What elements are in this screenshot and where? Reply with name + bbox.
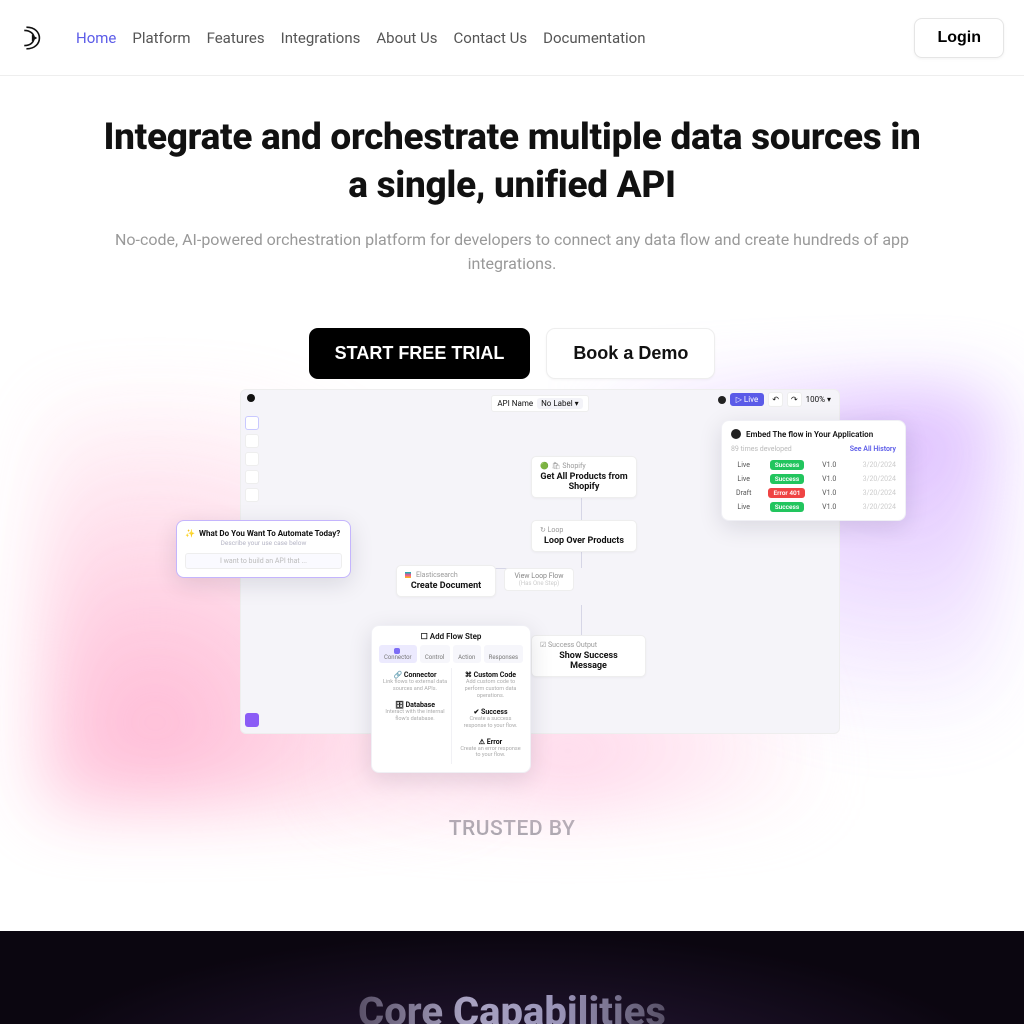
api-name-label: API Name (497, 399, 533, 408)
embed-history-card: Embed The flow in Your Application 89 ti… (721, 420, 906, 521)
api-name-chip: API Name No Label ▾ (491, 395, 588, 412)
hero-section: Integrate and orchestrate multiple data … (0, 76, 1024, 931)
tool-icon-2 (245, 434, 259, 448)
nav-left: Home Platform Features Integrations Abou… (20, 24, 646, 52)
success-node-title: Show Success Message (540, 651, 637, 671)
flow-node-shopify: 🟢🛍 Shopify Get All Products from Shopify (531, 456, 637, 498)
book-demo-button[interactable]: Book a Demo (546, 328, 715, 379)
loop-detail-chip: View Loop Flow (Has One Step) (504, 568, 574, 591)
logo-icon[interactable] (20, 24, 48, 52)
nav-link-about[interactable]: About Us (376, 29, 437, 47)
hero-subtitle: No-code, AI-powered orchestration platfo… (92, 228, 932, 276)
tab-action: Action (453, 645, 481, 663)
tool-icon-4 (245, 470, 259, 484)
navbar: Home Platform Features Integrations Abou… (0, 0, 1024, 76)
tool-icon-bottom (245, 713, 259, 727)
no-label-dropdown: No Label ▾ (537, 398, 583, 409)
automate-prompt-card: ✨ What Do You Want To Automate Today? Des… (176, 520, 351, 578)
history-row: LiveSuccessV1.03/20/2024 (731, 472, 896, 486)
cell-success: ✔ Success Create a success response to y… (458, 705, 523, 735)
nav-links: Home Platform Features Integrations Abou… (76, 29, 646, 47)
cta-row: START FREE TRIAL Book a Demo (40, 328, 984, 379)
nav-link-platform[interactable]: Platform (132, 29, 190, 47)
see-all-history-link: See All History (850, 445, 896, 453)
undo-icon: ↶ (768, 392, 783, 407)
loop-label: ↻ Loop (540, 526, 628, 534)
tab-control: Control (420, 645, 450, 663)
nav-link-integrations[interactable]: Integrations (281, 29, 361, 47)
success-output-label: ☑ Success Output (540, 641, 637, 649)
nav-link-features[interactable]: Features (207, 29, 265, 47)
has-one-step-label: (Has One Step) (510, 580, 568, 587)
tab-responses: Responses (484, 645, 523, 663)
flow-node-elastic: Elasticsearch Create Document (396, 565, 496, 597)
core-capabilities-section: Core Capabilities (0, 931, 1024, 1024)
core-capabilities-title: Core Capabilities (358, 988, 666, 1024)
embed-title: Embed The flow in Your Application (746, 430, 873, 439)
history-row: DraftError 401V1.03/20/2024 (731, 486, 896, 500)
automate-input: I want to build an API that ... (185, 553, 342, 569)
connector-line (581, 552, 582, 568)
cell-error: ⚠ Error Create an error response to your… (458, 735, 523, 765)
cell-database: 🗄 Database Interact with the internal fl… (379, 698, 451, 728)
elastic-node-title: Create Document (405, 581, 487, 591)
product-illustration: API Name No Label ▾ ▷ Live ↶ ↷ 100% ▾ (40, 389, 1000, 809)
embed-avatar-icon (731, 429, 741, 439)
elasticsearch-icon (405, 572, 411, 578)
canvas-toolbar (245, 416, 259, 502)
tab-connector: Connector (379, 645, 417, 663)
automate-title: What Do You Want To Automate Today? (199, 529, 340, 538)
live-pill: ▷ Live (730, 393, 764, 406)
elastic-label: Elasticsearch (416, 571, 458, 579)
embed-history-table: LiveSuccessV1.03/20/2024LiveSuccessV1.03… (731, 458, 896, 514)
embed-times-label: 89 times developed (731, 445, 792, 453)
flow-node-loop: ↻ Loop Loop Over Products (531, 520, 637, 552)
shopify-label: 🛍 Shopify (552, 462, 586, 470)
history-row: LiveSuccessV1.03/20/2024 (731, 458, 896, 472)
flow-canvas: API Name No Label ▾ ▷ Live ↶ ↷ 100% ▾ (240, 389, 840, 734)
automate-subtitle: Describe your use case below (185, 539, 342, 547)
redo-icon: ↷ (787, 392, 802, 407)
avatar-icon (718, 396, 726, 404)
view-loop-flow-label: View Loop Flow (510, 572, 568, 580)
sparkle-icon: ✨ (185, 529, 195, 538)
tool-icon-5 (245, 488, 259, 502)
add-flow-step-title: Add Flow Step (430, 632, 482, 641)
tool-icon-3 (245, 452, 259, 466)
shopify-icon: 🟢 (540, 462, 549, 470)
hero-title: Integrate and orchestrate multiple data … (102, 114, 922, 210)
nav-link-contact[interactable]: Contact Us (454, 29, 528, 47)
connector-line (581, 605, 582, 635)
loop-node-title: Loop Over Products (540, 536, 628, 546)
add-flow-step-card: ☐ Add Flow Step Connector Control Action… (371, 625, 531, 773)
cell-custom-code: ⌘ Custom Code Add custom code to perform… (458, 668, 523, 705)
trusted-by-label: TRUSTED BY (40, 817, 984, 841)
start-free-trial-button[interactable]: START FREE TRIAL (309, 328, 531, 379)
canvas-topbar-right: ▷ Live ↶ ↷ 100% ▾ (718, 392, 831, 407)
tool-icon-1 (245, 416, 259, 430)
cell-connector: 🔗 Connector Link flows to external data … (379, 668, 451, 698)
flow-node-success: ☑ Success Output Show Success Message (531, 635, 646, 677)
login-button[interactable]: Login (914, 18, 1004, 58)
nav-link-docs[interactable]: Documentation (543, 29, 645, 47)
zoom-level: 100% ▾ (806, 395, 831, 404)
nav-link-home[interactable]: Home (76, 29, 116, 47)
shopify-node-title: Get All Products from Shopify (540, 472, 628, 492)
history-row: LiveSuccessV1.03/20/2024 (731, 500, 896, 514)
